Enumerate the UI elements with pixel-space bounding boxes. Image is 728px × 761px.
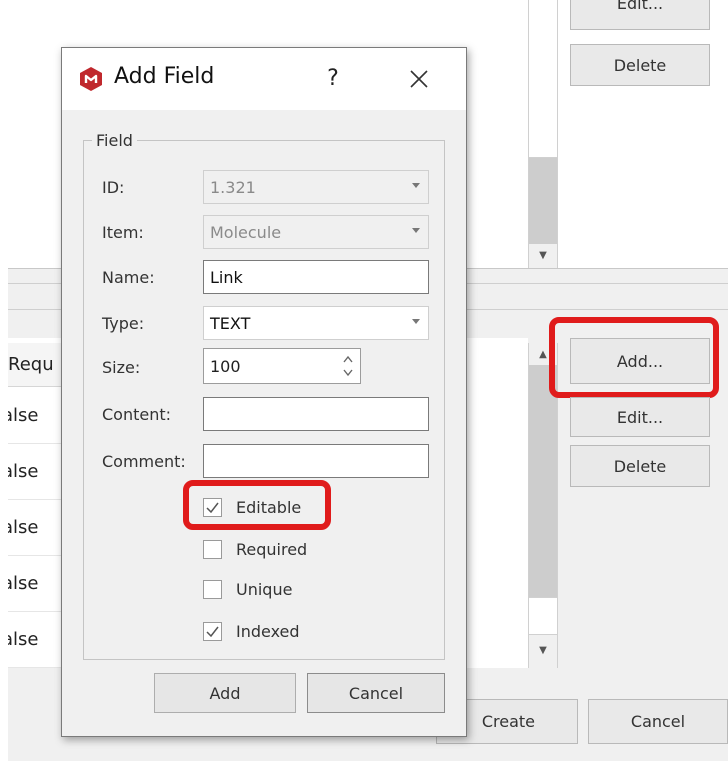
table-column-header[interactable]: Requ [8, 343, 68, 387]
table-row[interactable]: alse [8, 388, 68, 444]
unique-checkbox[interactable]: Unique [203, 576, 292, 602]
type-combobox[interactable]: TEXT [203, 306, 429, 340]
table-row[interactable]: alse [8, 444, 68, 500]
app-logo-icon [78, 66, 104, 92]
name-label: Name: [102, 267, 155, 287]
size-spinbox[interactable]: 100 [203, 348, 361, 384]
field-group-label: Field [92, 131, 137, 150]
checkbox-box[interactable] [203, 539, 222, 559]
add-button-highlight [549, 317, 719, 398]
comment-label: Comment: [102, 451, 186, 471]
close-icon[interactable] [402, 62, 436, 96]
mid-delete-button[interactable]: Delete [570, 445, 710, 487]
content-input[interactable] [203, 397, 429, 431]
top-list-scroll-thumb[interactable] [529, 0, 557, 158]
table-scroll-track [529, 597, 557, 635]
table-row[interactable]: alse [8, 612, 68, 668]
scroll-down-icon[interactable]: ▼ [529, 244, 557, 266]
id-label: ID: [102, 177, 125, 197]
top-list-scroll-track [529, 158, 557, 244]
table-row[interactable]: alse [8, 500, 68, 556]
indexed-checkbox[interactable]: Indexed [203, 618, 300, 644]
chevron-down-icon [412, 183, 420, 188]
table-scroll-thumb[interactable] [529, 365, 557, 597]
chevron-down-icon [412, 228, 420, 233]
comment-input[interactable] [203, 444, 429, 478]
dialog-titlebar: Add Field ? [62, 48, 466, 110]
item-combobox[interactable]: Molecule [203, 215, 429, 249]
id-combobox[interactable]: 1.321 [203, 170, 429, 204]
background-cancel-button[interactable]: Cancel [588, 699, 728, 744]
top-edit-button[interactable]: Edit... [570, 0, 710, 30]
top-delete-button[interactable]: Delete [570, 44, 710, 86]
spin-arrows-icon[interactable] [342, 353, 354, 379]
chevron-down-icon [412, 319, 420, 324]
name-input[interactable]: Link [203, 260, 429, 294]
scroll-down-icon[interactable]: ▼ [529, 639, 557, 661]
table-row[interactable]: alse [8, 556, 68, 612]
size-label: Size: [102, 357, 141, 377]
checkmark-icon[interactable] [203, 621, 222, 641]
mid-edit-button[interactable]: Edit... [570, 397, 710, 437]
help-button[interactable]: ? [318, 62, 348, 94]
item-label: Item: [102, 222, 144, 242]
type-label: Type: [102, 313, 145, 333]
required-checkbox[interactable]: Required [203, 536, 307, 562]
content-label: Content: [102, 404, 172, 424]
dialog-cancel-button[interactable]: Cancel [307, 673, 445, 713]
checkbox-box[interactable] [203, 579, 222, 599]
editable-highlight [183, 480, 331, 530]
add-field-dialog: Add Field ? Field ID: 1.321 Item: Molecu… [61, 47, 467, 737]
dialog-add-button[interactable]: Add [154, 673, 296, 713]
dialog-title: Add Field [114, 64, 215, 89]
top-list-scrollbar[interactable]: ▼ [528, 0, 558, 268]
